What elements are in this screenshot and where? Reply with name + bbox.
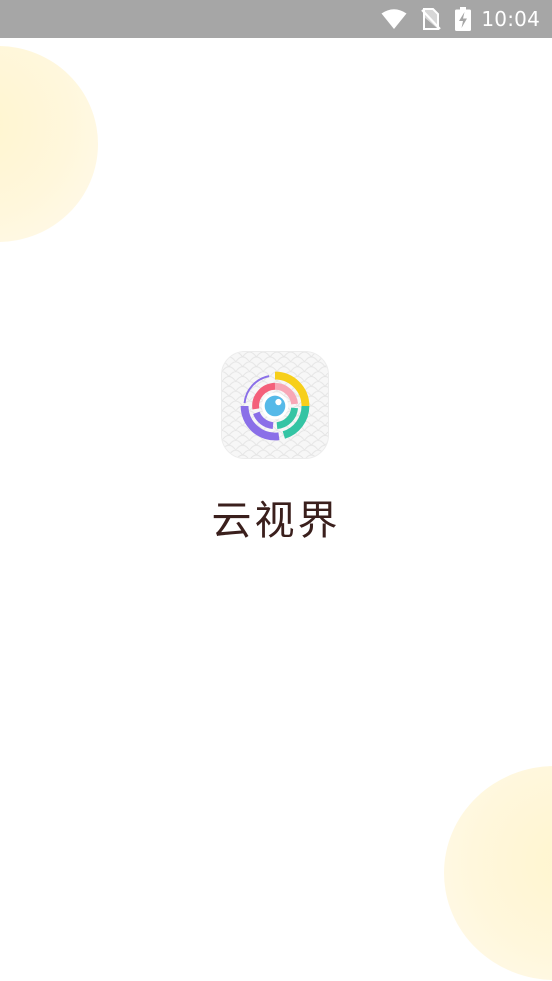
app-logo-icon [221,351,329,459]
status-clock: 10:04 [481,7,540,31]
app-name-title: 云视界 [211,498,341,544]
splash-screen: 10:04 云视界 [0,0,552,981]
status-bar: 10:04 [0,0,552,38]
no-sim-icon [421,8,442,30]
battery-charging-icon [455,7,472,31]
wifi-icon [381,8,407,30]
decorative-blob-bottom [444,766,552,980]
decorative-blob-top [0,46,98,242]
